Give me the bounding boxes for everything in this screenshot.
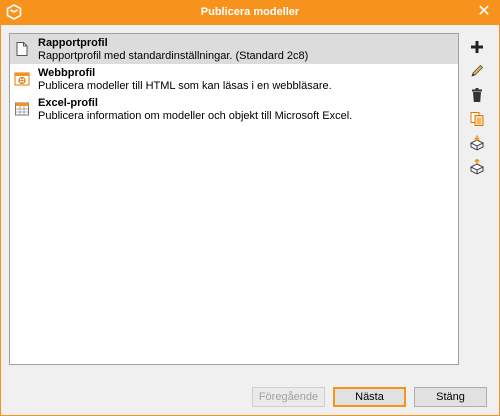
profile-item-excel-profil[interactable]: Excel-profil Publicera information om mo… bbox=[10, 94, 458, 124]
close-button[interactable]: Stäng bbox=[414, 387, 487, 407]
previous-button[interactable]: Föregående bbox=[252, 387, 325, 407]
profile-description: Publicera modeller till HTML som kan läs… bbox=[38, 80, 332, 92]
profile-list[interactable]: Rapportprofil Rapportprofil med standard… bbox=[9, 33, 459, 365]
web-icon bbox=[14, 72, 30, 86]
profile-item-webbprofil[interactable]: Webbprofil Publicera modeller till HTML … bbox=[10, 64, 458, 94]
profile-item-rapportprofil[interactable]: Rapportprofil Rapportprofil med standard… bbox=[10, 34, 458, 64]
import-icon bbox=[469, 135, 485, 151]
profile-name: Rapportprofil bbox=[38, 37, 108, 49]
profile-description: Rapportprofil med standardinställningar.… bbox=[38, 50, 309, 62]
window-title: Publicera modeller bbox=[200, 6, 300, 18]
add-profile-button[interactable] bbox=[466, 36, 488, 58]
profile-toolbar bbox=[466, 36, 488, 180]
copy-icon bbox=[470, 112, 484, 126]
copy-profile-button[interactable] bbox=[466, 108, 488, 130]
export-icon bbox=[469, 159, 485, 175]
close-window-button[interactable]: ✕ bbox=[474, 2, 494, 22]
excel-icon bbox=[15, 102, 29, 116]
profile-name: Excel-profil bbox=[38, 97, 98, 109]
export-profile-button[interactable] bbox=[466, 156, 488, 178]
window-border-left bbox=[0, 25, 1, 416]
profile-name: Webbprofil bbox=[38, 67, 96, 79]
delete-icon bbox=[472, 88, 482, 102]
add-icon bbox=[471, 41, 483, 53]
next-button[interactable]: Nästa bbox=[333, 387, 406, 407]
document-icon bbox=[16, 42, 28, 56]
edit-profile-button[interactable] bbox=[466, 60, 488, 82]
edit-icon bbox=[471, 64, 484, 77]
profile-description: Publicera information om modeller och ob… bbox=[38, 110, 353, 122]
title-bar: Publicera modeller ✕ bbox=[0, 0, 500, 25]
import-profile-button[interactable] bbox=[466, 132, 488, 154]
delete-profile-button[interactable] bbox=[466, 84, 488, 106]
